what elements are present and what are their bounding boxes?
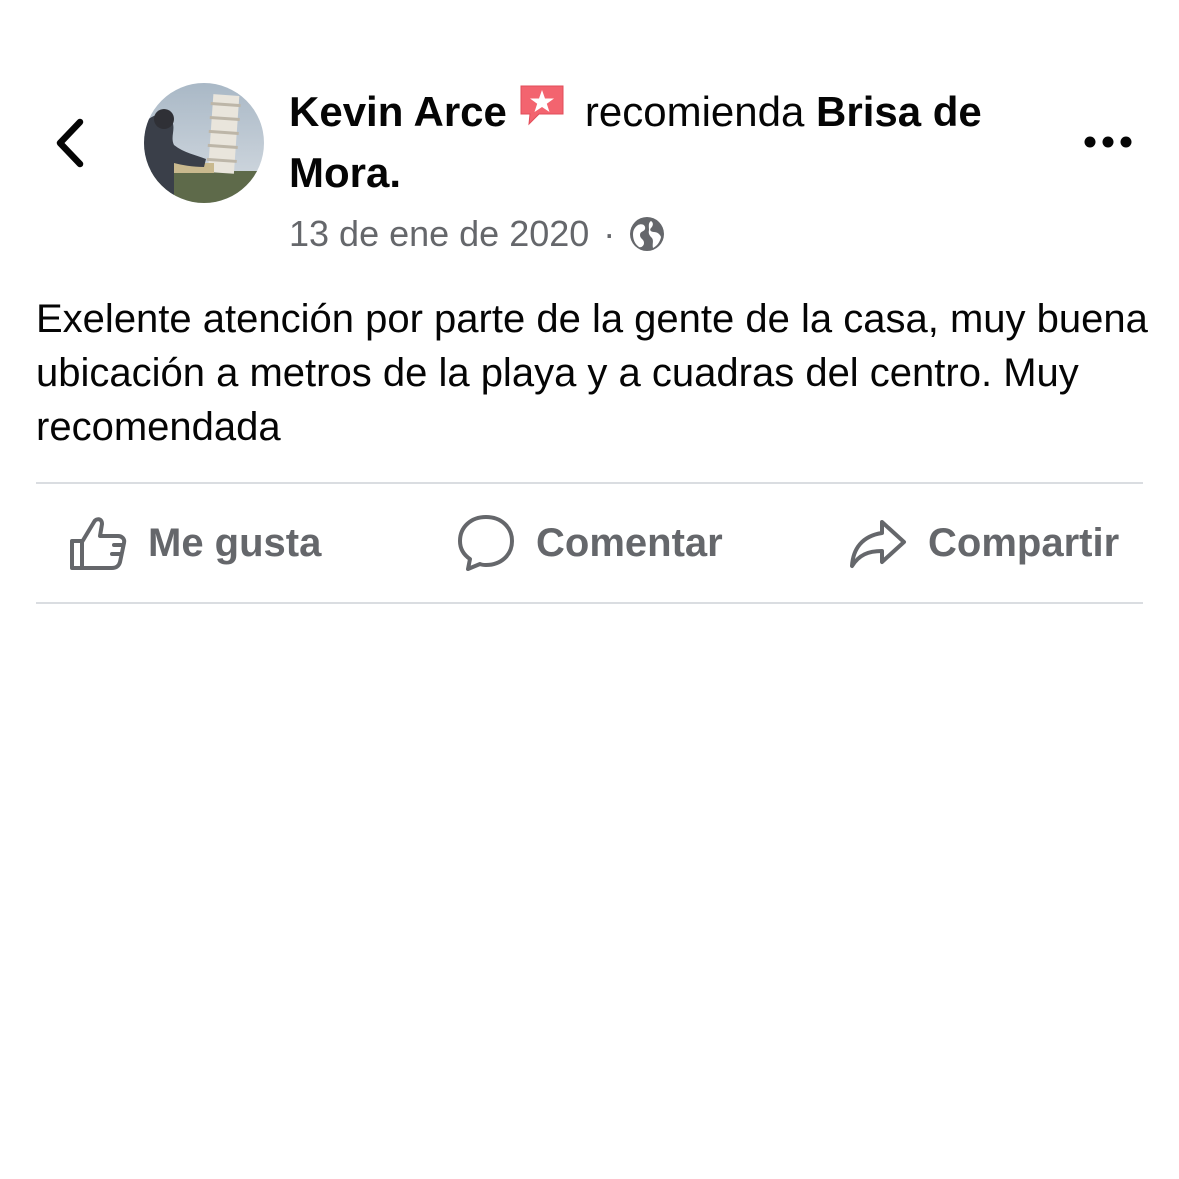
post-meta: 13 de ene de 2020 · — [289, 208, 665, 260]
divider-bottom — [36, 602, 1143, 604]
recommend-verb: recomienda — [584, 88, 805, 135]
post-timestamp[interactable]: 13 de ene de 2020 — [289, 208, 589, 260]
comment-bubble-icon — [458, 515, 514, 571]
share-arrow-icon — [850, 520, 906, 568]
action-bar: Me gusta Comentar Compartir — [36, 484, 1143, 602]
like-button[interactable]: Me gusta — [68, 484, 321, 602]
avatar[interactable] — [144, 83, 264, 203]
comment-button[interactable]: Comentar — [456, 484, 723, 602]
like-label: Me gusta — [148, 520, 322, 565]
back-button[interactable] — [40, 108, 100, 178]
post-headline: Kevin Arce recomienda Brisa de Mora. — [289, 80, 989, 203]
thumbs-up-icon — [70, 517, 127, 570]
share-label: Compartir — [928, 520, 1120, 565]
post-body: Exelente atención por parte de la gente … — [36, 297, 1148, 449]
comment-label: Comentar — [536, 520, 723, 565]
share-button[interactable]: Compartir — [848, 484, 1119, 602]
recommend-star-badge-icon — [520, 85, 564, 126]
more-options-button[interactable] — [1078, 122, 1138, 162]
globe-icon — [630, 217, 665, 251]
author-name[interactable]: Kevin Arce — [289, 88, 507, 135]
avatar-photo — [144, 83, 264, 203]
post-header: Kevin Arce recomienda Brisa de Mora. — [289, 80, 989, 203]
meta-separator: · — [603, 213, 616, 254]
chevron-left-icon — [56, 118, 84, 168]
more-dots-icon — [1084, 136, 1132, 148]
